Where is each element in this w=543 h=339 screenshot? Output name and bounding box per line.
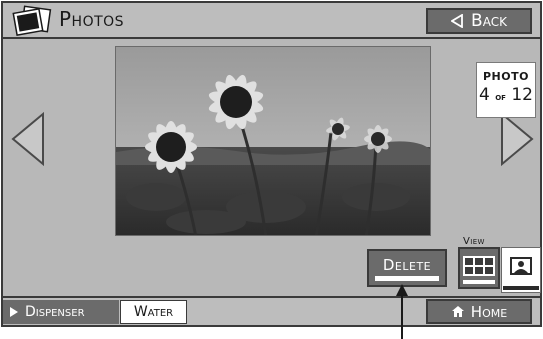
- water-tab[interactable]: Water: [120, 300, 187, 324]
- back-label: Back: [471, 11, 507, 31]
- play-icon: [10, 307, 18, 317]
- bottom-bar: Dispenser Water Home: [3, 296, 540, 325]
- page-title: Photos: [59, 7, 125, 31]
- delete-button[interactable]: Delete: [367, 249, 447, 287]
- chevron-left-icon: [11, 111, 44, 167]
- previous-photo-button[interactable]: [10, 111, 46, 167]
- photo-counter-label: PHOTO: [483, 70, 529, 83]
- back-button[interactable]: Back: [426, 8, 532, 34]
- house-icon: [451, 306, 464, 317]
- dispenser-tab[interactable]: Dispenser: [3, 300, 119, 324]
- photo-current-number: 4: [478, 85, 490, 105]
- view-label: View: [463, 236, 485, 247]
- water-label: Water: [133, 304, 174, 320]
- photo-total-number: 12: [511, 85, 533, 105]
- grid-view-button[interactable]: [458, 247, 500, 289]
- photos-logo-icon: [12, 5, 52, 36]
- delete-label: Delete: [382, 256, 432, 274]
- next-photo-button[interactable]: [499, 111, 535, 167]
- triangle-left-icon: [451, 14, 463, 28]
- current-photo: [115, 46, 431, 236]
- photo-counter-value: 4 of 12: [477, 85, 535, 105]
- callout-arrow-icon: [396, 284, 408, 339]
- home-label: Home: [470, 302, 508, 321]
- home-button[interactable]: Home: [426, 299, 532, 324]
- photo-counter: PHOTO 4 of 12: [476, 62, 536, 118]
- delete-indicator-bar: [375, 276, 439, 281]
- chevron-right-icon: [501, 111, 534, 167]
- sunflower-photo: [116, 47, 430, 235]
- header-bar: Photos Back: [3, 3, 540, 39]
- grid-view-icon: [463, 256, 495, 284]
- photo-of-text: of: [495, 92, 506, 103]
- photos-screen: Photos Back PHOTO 4 of 12 Delete View Di…: [1, 1, 542, 327]
- dispenser-label: Dispenser: [25, 304, 85, 320]
- single-photo-view-icon: [503, 257, 539, 290]
- single-view-button[interactable]: [501, 247, 541, 293]
